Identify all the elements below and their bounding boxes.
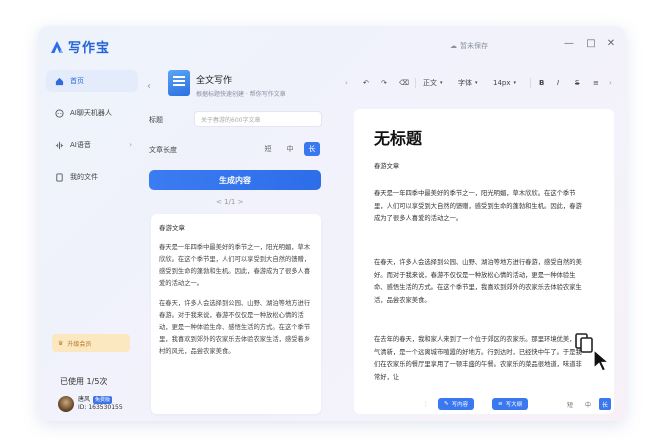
document-subtitle: 春游文章 [374, 163, 400, 170]
result-paragraph: 在春天，许多人会选择到公园、山野、湖泊等地方进行春游。对于我来说，春游不仅仅是一… [159, 300, 311, 355]
crown-icon: ♛ [58, 339, 64, 347]
pen-icon: ✎ [444, 401, 449, 407]
tool-header: 全文写作 根据标题快速创建 · 帮你写作文章 [168, 70, 286, 98]
result-title: 春游文章 [159, 224, 185, 232]
document-paragraph: 春天是一年四季中最美好的季节之一，阳光明媚，草木欣欣。在这个季节里，人们可以享受… [374, 190, 582, 222]
redo-icon[interactable]: ↷ [381, 74, 387, 92]
bold-button[interactable]: B [539, 74, 544, 92]
plan-badge: 免费版 [93, 396, 113, 404]
chevron-down-icon: ▾ [440, 80, 443, 86]
clear-format-icon[interactable]: ⌫ [399, 74, 409, 92]
sidebar-item-files[interactable]: 我的文件 [46, 166, 138, 188]
document-paragraph: 在去年的春天，我和家人来到了一个位于郊区的农家乐。那里环境优美，空气清新，是一个… [374, 336, 582, 381]
strikethrough-button[interactable]: S [575, 74, 579, 92]
length-label: 文章长度 [149, 146, 177, 154]
sidebar: 首页 AI聊天机器人 AI语音 › 我的文件 ♛ 升级会员 已使用 1/5次 唐… [46, 70, 138, 415]
document-paragraph: 在春天，许多人会选择到公园、山野、湖泊等地方进行春游，感受自然的美好。而对于我来… [374, 259, 582, 304]
upgrade-button[interactable]: ♛ 升级会员 [52, 334, 130, 352]
result-card: 春游文章 春天是一年四季中最美好的季节之一，阳光明媚，草木欣欣。在这个季节里，人… [151, 214, 321, 414]
copy-icon[interactable] [574, 332, 594, 354]
title-label: 标题 [149, 116, 163, 124]
title-bar: 写作宝 ☁ 暂未保存 — □ ✕ [38, 26, 626, 66]
document-icon [168, 70, 190, 96]
align-icon[interactable]: ≡ [593, 74, 599, 92]
cloud-icon: ☁ [450, 42, 457, 50]
chevron-left-icon[interactable]: ‹ [345, 74, 348, 92]
file-icon [54, 172, 64, 182]
title-input[interactable]: 关于春游的600字文章 [194, 111, 322, 127]
sidebar-item-label: 首页 [70, 77, 84, 85]
close-button[interactable]: ✕ [604, 38, 618, 49]
outline-button[interactable]: ≡ 写大纲 [492, 398, 529, 410]
font-size-select[interactable]: 14px ▾ [493, 74, 516, 92]
editor[interactable]: 无标题 春游文章 春天是一年四季中最美好的季节之一，阳光明媚，草木欣欣。在这个季… [354, 109, 614, 414]
italic-button[interactable]: I [557, 74, 559, 92]
chevron-down-icon: ▾ [475, 80, 478, 86]
chat-icon [54, 108, 64, 118]
length-option-medium[interactable]: 中 [582, 398, 594, 410]
document-title[interactable]: 无标题 [374, 125, 422, 149]
sidebar-item-ai-chat[interactable]: AI聊天机器人 [46, 102, 138, 124]
paragraph-style-select[interactable]: 正文 ▾ [423, 74, 443, 92]
length-option-medium[interactable]: 中 [282, 142, 298, 156]
chevron-right-icon: › [129, 141, 132, 149]
app-window: 写作宝 ☁ 暂未保存 — □ ✕ 首页 AI聊天机器人 AI语音 › 我的文件 … [38, 26, 626, 421]
tool-title: 全文写作 [196, 76, 233, 86]
maximize-button[interactable]: □ [584, 38, 598, 49]
user-profile[interactable]: 唐风 免费版 ID: 163530155 [58, 396, 123, 412]
length-option-long[interactable]: 长 [599, 398, 611, 410]
user-name: 唐风 [78, 396, 91, 403]
undo-icon[interactable]: ↶ [363, 74, 369, 92]
continue-writing-button[interactable]: ✎ 写内容 [438, 398, 475, 410]
sidebar-item-ai-voice[interactable]: AI语音 › [46, 134, 138, 156]
minimize-button[interactable]: — [562, 38, 576, 49]
sidebar-item-home[interactable]: 首页 [46, 70, 138, 92]
user-id: ID: 163530155 [78, 404, 123, 411]
logo-icon [51, 40, 63, 53]
home-icon [54, 76, 64, 86]
list-icon: ≡ [498, 401, 503, 407]
result-pager[interactable]: < 1/1 > [216, 198, 243, 206]
tool-description: 根据标题快速创建 · 帮你写作文章 [196, 91, 286, 98]
toolbar-divider [530, 78, 531, 88]
avatar [58, 396, 74, 412]
app-logo: 写作宝 [50, 37, 110, 56]
sidebar-item-label: 我的文件 [70, 173, 98, 181]
chevron-down-icon: ▾ [513, 80, 517, 86]
sidebar-item-label: AI聊天机器人 [70, 109, 112, 117]
toolbar-divider [415, 78, 416, 88]
generate-button[interactable]: 生成内容 [149, 170, 321, 190]
length-option-short[interactable]: 短 [260, 142, 276, 156]
sidebar-item-label: AI语音 [70, 141, 91, 149]
length-option-long[interactable]: 长 [304, 142, 320, 156]
voice-icon [54, 140, 64, 150]
length-option-short[interactable]: 短 [564, 398, 576, 410]
save-status: ☁ 暂未保存 [450, 42, 488, 50]
chevron-right-icon[interactable]: › [609, 74, 612, 92]
font-family-select[interactable]: 字体 ▾ [458, 74, 478, 92]
more-icon[interactable]: ⋮ [420, 398, 432, 410]
editor-footer: ⋮ ✎ 写内容 ≡ 写大纲 短 中 长 [354, 394, 614, 414]
back-button[interactable]: ‹ [147, 81, 151, 92]
usage-count: 已使用 1/5次 [60, 377, 108, 386]
result-paragraph: 春天是一年四季中最美好的季节之一，阳光明媚，草木欣欣。在这个季节里，人们可以享受… [159, 244, 311, 287]
app-name: 写作宝 [68, 41, 111, 56]
editor-toolbar: ‹ ↶ ↷ ⌫ 正文 ▾ 字体 ▾ 14px ▾ B I S ≡ › [343, 74, 618, 92]
mouse-cursor-icon [593, 349, 611, 372]
